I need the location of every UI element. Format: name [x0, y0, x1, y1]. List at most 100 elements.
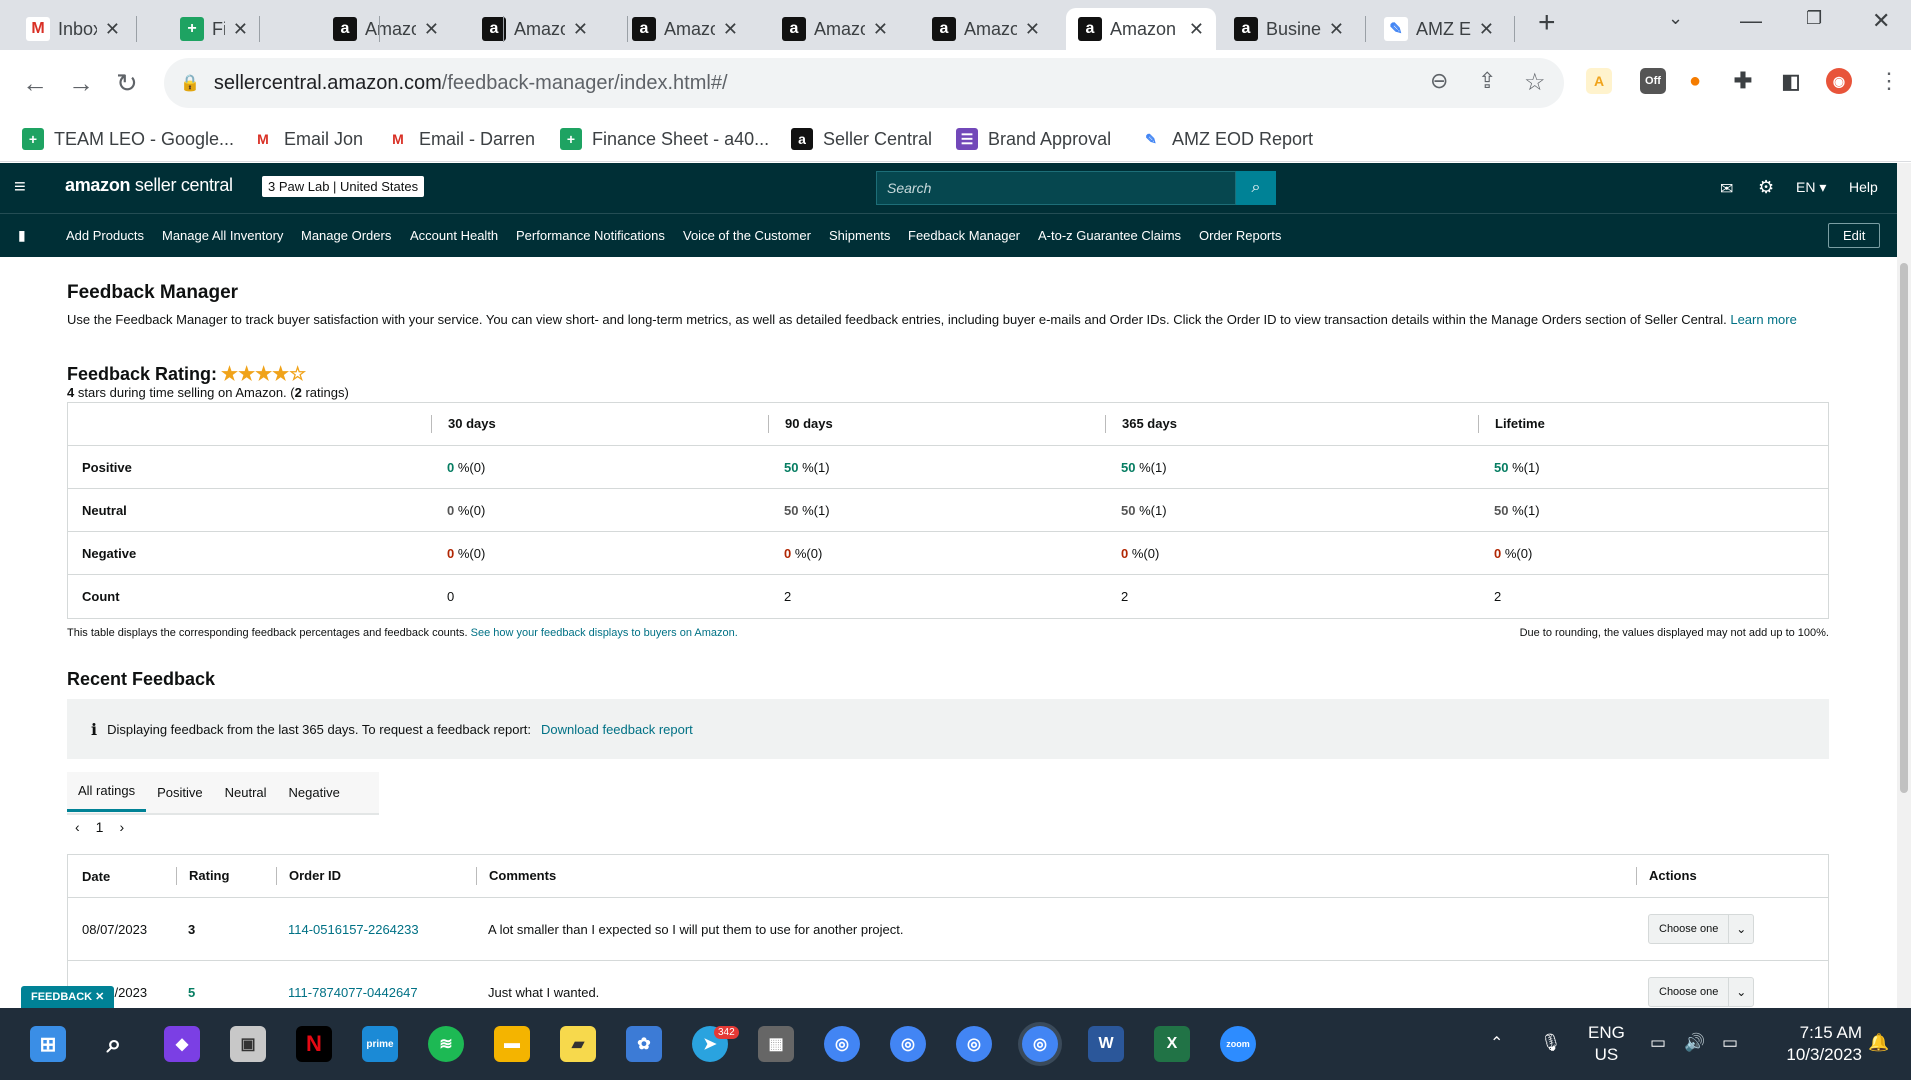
- nav-manage-orders[interactable]: Manage Orders: [301, 228, 391, 243]
- close-icon[interactable]: ✕: [1025, 19, 1040, 40]
- tab-positive[interactable]: Positive: [146, 772, 214, 812]
- action-dropdown[interactable]: Choose one ⌄: [1648, 914, 1755, 944]
- mail-icon[interactable]: ✉: [1720, 179, 1733, 199]
- order-id-link[interactable]: 114-0516157-2264233: [288, 922, 419, 937]
- hamburger-menu-icon[interactable]: ≡: [14, 176, 26, 199]
- bookmark-seller-central[interactable]: a Seller Central: [791, 124, 932, 154]
- tab-amazon-3[interactable]: a Amazon ✕: [620, 8, 750, 50]
- close-icon[interactable]: ✕: [1189, 19, 1204, 40]
- search-icon[interactable]: ⌕: [96, 1026, 132, 1062]
- share-icon[interactable]: ⇪: [1478, 68, 1496, 94]
- paint-icon[interactable]: ✿: [626, 1026, 662, 1062]
- extensions-puzzle-icon[interactable]: ✚: [1730, 68, 1756, 94]
- bookmark-finance-sheet[interactable]: + Finance Sheet - a40...: [560, 124, 769, 154]
- spotify-icon[interactable]: ≋: [428, 1026, 464, 1062]
- chevron-up-icon[interactable]: ⌃: [1490, 1033, 1503, 1055]
- nav-a-to-z-claims[interactable]: A-to-z Guarantee Claims: [1038, 228, 1181, 243]
- close-icon[interactable]: ✕: [233, 19, 248, 40]
- page-number[interactable]: 1: [96, 819, 104, 835]
- tab-amz-eod[interactable]: ✎ AMZ EOD ✕: [1372, 8, 1506, 50]
- close-icon[interactable]: ✕: [424, 19, 439, 40]
- prime-video-icon[interactable]: prime: [362, 1026, 398, 1062]
- bookmark-email-jon[interactable]: M Email Jon: [252, 124, 363, 154]
- nav-shipments[interactable]: Shipments: [829, 228, 890, 243]
- tab-amazon-4[interactable]: a Amazon ✕: [770, 8, 900, 50]
- tab-amazon-5[interactable]: a Amazon ✕: [920, 8, 1052, 50]
- nav-add-products[interactable]: Add Products: [66, 228, 144, 243]
- download-report-link[interactable]: Download feedback report: [541, 722, 693, 737]
- close-icon[interactable]: ✕: [1329, 19, 1344, 40]
- profile-avatar-icon[interactable]: ◉: [1826, 68, 1852, 94]
- tab-business[interactable]: a Business ✕: [1222, 8, 1356, 50]
- nav-voice-of-the-customer[interactable]: Voice of the Customer: [683, 228, 811, 243]
- restore-icon[interactable]: ❐: [1806, 8, 1822, 29]
- address-bar[interactable]: 🔒 sellercentral.amazon.com/feedback-mana…: [164, 58, 1564, 108]
- minimize-icon[interactable]: —: [1740, 8, 1762, 34]
- language-selector[interactable]: EN ▾: [1796, 179, 1826, 196]
- scout-extension-icon[interactable]: A: [1586, 68, 1612, 94]
- feedback-widget-button[interactable]: FEEDBACK ✕: [21, 986, 115, 1008]
- sticky-notes-icon[interactable]: ▰: [560, 1026, 596, 1062]
- close-icon[interactable]: ✕: [723, 19, 738, 40]
- nav-order-reports[interactable]: Order Reports: [1199, 228, 1281, 243]
- tab-amazon-1[interactable]: a Amazon ✕: [321, 8, 451, 50]
- action-dropdown[interactable]: Choose one ⌄: [1648, 977, 1755, 1007]
- clock[interactable]: 7:15 AM 10/3/2023: [1762, 1022, 1862, 1066]
- file-explorer-icon[interactable]: ▬: [494, 1026, 530, 1062]
- feedback-display-link[interactable]: See how your feedback displays to buyers…: [471, 627, 738, 639]
- new-tab-plus-icon[interactable]: +: [1538, 6, 1556, 40]
- tab-amazon-2[interactable]: a Amazon ✕: [470, 8, 600, 50]
- language-indicator[interactable]: ENG US: [1588, 1022, 1625, 1066]
- tab-finance[interactable]: + Finance ✕: [168, 8, 260, 50]
- chrome-icon[interactable]: ◎: [956, 1026, 992, 1062]
- nav-account-health[interactable]: Account Health: [410, 228, 498, 243]
- help-link[interactable]: Help: [1849, 179, 1878, 195]
- kebab-menu-icon[interactable]: ⋮: [1878, 68, 1900, 94]
- nav-performance-notifications[interactable]: Performance Notifications: [516, 228, 665, 243]
- network-icon[interactable]: ▭: [1650, 1032, 1666, 1054]
- order-id-link[interactable]: 111-7874077-0442647: [288, 985, 418, 1000]
- volume-icon[interactable]: 🔊: [1684, 1032, 1705, 1054]
- chrome-icon[interactable]: ◎: [1022, 1026, 1058, 1062]
- prev-page-icon[interactable]: ‹: [75, 819, 80, 835]
- bookmark-star-icon[interactable]: ☆: [1524, 68, 1546, 97]
- task-view-icon[interactable]: ▣: [230, 1026, 266, 1062]
- close-icon[interactable]: ✕: [873, 19, 888, 40]
- bookmark-icon[interactable]: ▮: [18, 227, 26, 244]
- microphone-icon[interactable]: 🎙: [1540, 1032, 1562, 1054]
- tab-search-chevron-icon[interactable]: ⌄: [1668, 8, 1683, 29]
- search-input[interactable]: Search: [876, 171, 1236, 205]
- tab-inbox[interactable]: M Inbox ✕: [14, 8, 132, 50]
- excel-icon[interactable]: X: [1154, 1026, 1190, 1062]
- nav-manage-all-inventory[interactable]: Manage All Inventory: [162, 228, 283, 243]
- close-icon[interactable]: ✕: [1479, 19, 1494, 40]
- seller-central-logo[interactable]: amazon seller central: [65, 175, 233, 196]
- word-icon[interactable]: W: [1088, 1026, 1124, 1062]
- scrollbar-thumb[interactable]: [1900, 263, 1908, 793]
- off-extension-icon[interactable]: Off: [1640, 68, 1666, 94]
- close-icon[interactable]: ✕: [105, 19, 120, 40]
- tab-neutral[interactable]: Neutral: [214, 772, 278, 812]
- gear-icon[interactable]: ⚙: [1758, 177, 1774, 198]
- tab-all-ratings[interactable]: All ratings: [67, 772, 147, 812]
- tab-negative[interactable]: Negative: [278, 772, 351, 812]
- bookmark-amz-eod-report[interactable]: ✎ AMZ EOD Report: [1140, 124, 1313, 154]
- tab-amazon-active[interactable]: a Amazon ✕: [1066, 8, 1216, 50]
- battery-icon[interactable]: ▭: [1722, 1032, 1738, 1054]
- orange-circle-extension-icon[interactable]: ●: [1682, 68, 1708, 94]
- edit-nav-button[interactable]: Edit: [1828, 223, 1881, 248]
- zoom-icon[interactable]: ⊖: [1430, 68, 1448, 94]
- windows-start-icon[interactable]: ⊞: [30, 1026, 66, 1062]
- store-selector[interactable]: 3 Paw Lab | United States: [262, 176, 425, 197]
- reload-icon[interactable]: ↻: [116, 68, 138, 99]
- side-panel-icon[interactable]: ◧: [1778, 68, 1804, 94]
- forward-arrow-icon[interactable]: →: [68, 68, 94, 99]
- zoom-icon[interactable]: zoom: [1220, 1026, 1256, 1062]
- window-close-icon[interactable]: ✕: [1872, 8, 1890, 34]
- notifications-bell-icon[interactable]: 🔔: [1868, 1032, 1889, 1054]
- bookmark-email-darren[interactable]: M Email - Darren: [387, 124, 535, 154]
- learn-more-link[interactable]: Learn more: [1730, 312, 1796, 327]
- close-icon[interactable]: ✕: [573, 19, 588, 40]
- nav-feedback-manager[interactable]: Feedback Manager: [908, 228, 1020, 243]
- copilot-icon[interactable]: ◆: [164, 1026, 200, 1062]
